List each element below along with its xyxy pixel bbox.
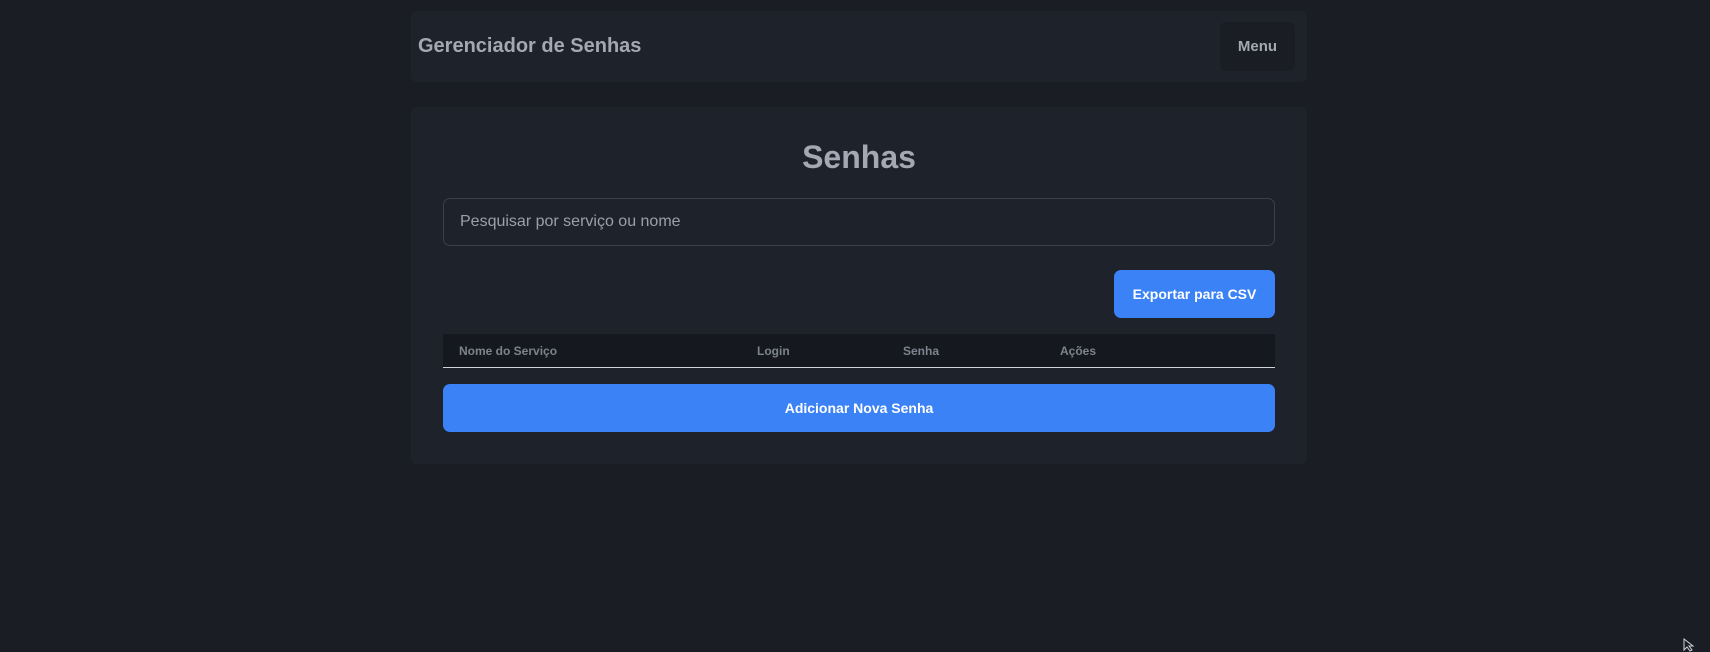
column-header-login: Login (757, 344, 790, 358)
search-input[interactable] (443, 198, 1275, 246)
column-header-password: Senha (903, 344, 940, 358)
passwords-card: Senhas Exportar para CSV Nome do Serviço… (411, 107, 1307, 464)
export-csv-button[interactable]: Exportar para CSV (1114, 270, 1275, 318)
page-title: Senhas (802, 139, 916, 175)
menu-button[interactable]: Menu (1220, 22, 1295, 71)
column-header-actions: Ações (1060, 344, 1097, 358)
navbar: Gerenciador de Senhas Menu (411, 11, 1307, 82)
app-title: Gerenciador de Senhas (418, 35, 642, 57)
column-header-service: Nome do Serviço (459, 344, 558, 358)
table-header: Nome do Serviço Login Senha Ações (443, 334, 1275, 368)
passwords-table: Nome do Serviço Login Senha Ações (443, 334, 1275, 368)
add-password-button[interactable]: Adicionar Nova Senha (443, 384, 1275, 432)
